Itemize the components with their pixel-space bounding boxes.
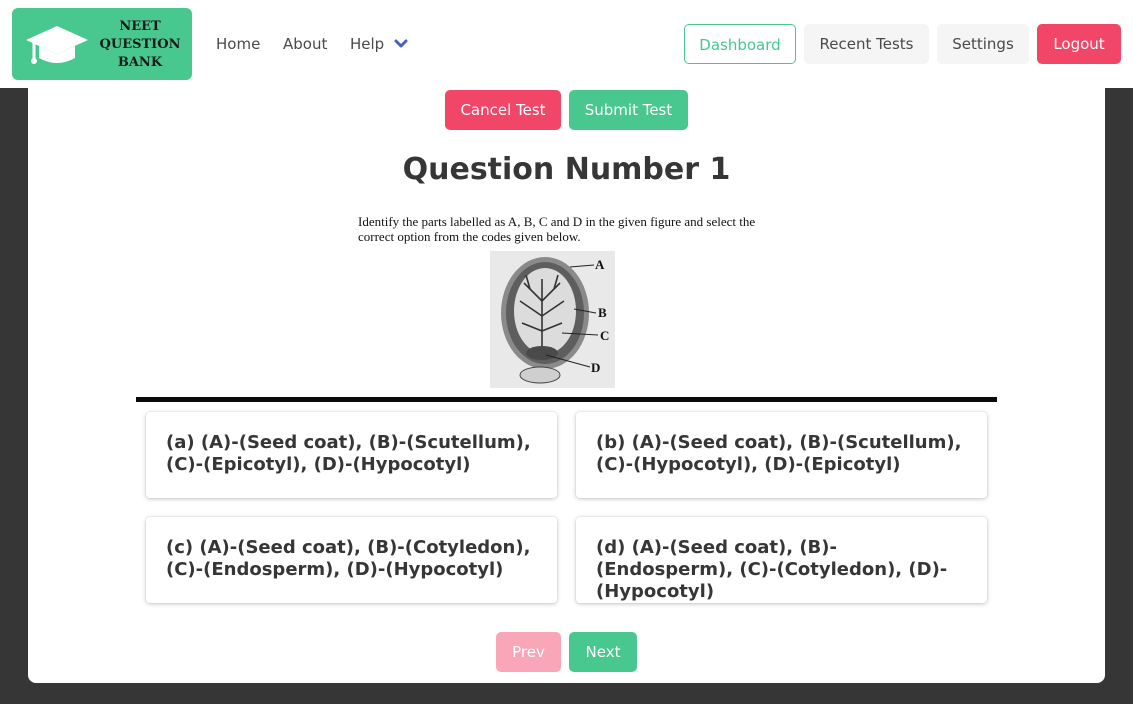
question-text-line-1: Identify the parts labelled as A, B, C a… [358,214,756,229]
recent-tests-button[interactable]: Recent Tests [804,24,929,64]
nav-help-link[interactable]: Help [350,33,384,55]
question-text-line-2: correct option from the codes given belo… [358,229,581,244]
figure-label-d: D [591,360,601,375]
nav-home-link[interactable]: Home [216,33,260,55]
cancel-test-button[interactable]: Cancel Test [445,90,561,130]
option-c[interactable]: (c) (A)-(Seed coat), (B)-(Cotyledon), (C… [146,517,557,603]
question-title: Question Number 1 [402,152,731,187]
graduation-cap-icon [26,26,88,64]
nav-about-link[interactable]: About [283,33,327,55]
figure-label-c: C [600,328,610,343]
logout-button[interactable]: Logout [1037,24,1121,64]
navbar: NEET QUESTION BANK Home About Help Dashb… [0,0,1133,88]
brand-line-3: BANK [117,55,163,70]
dashboard-button[interactable]: Dashboard [684,24,796,64]
option-b[interactable]: (b) (A)-(Seed coat), (B)-(Scutellum), (C… [576,412,987,498]
submit-test-button[interactable]: Submit Test [569,90,688,130]
chevron-down-icon[interactable] [394,38,408,50]
prev-button[interactable]: Prev [496,632,561,672]
option-d[interactable]: (d) (A)-(Seed coat), (B)-(Endosperm), (C… [576,517,987,603]
settings-button[interactable]: Settings [937,24,1029,64]
brand-line-1: NEET [119,19,161,34]
next-button[interactable]: Next [569,632,637,672]
brand-logo[interactable]: NEET QUESTION BANK [12,8,192,80]
brand-name: NEET QUESTION BANK [94,18,186,72]
question-text: Identify the parts labelled as A, B, C a… [358,214,798,244]
divider [136,397,997,402]
figure-label-b: B [598,305,607,320]
figure-label-a: A [595,257,605,272]
brand-line-2: QUESTION [99,37,181,52]
option-a[interactable]: (a) (A)-(Seed coat), (B)-(Scutellum), (C… [146,412,557,498]
